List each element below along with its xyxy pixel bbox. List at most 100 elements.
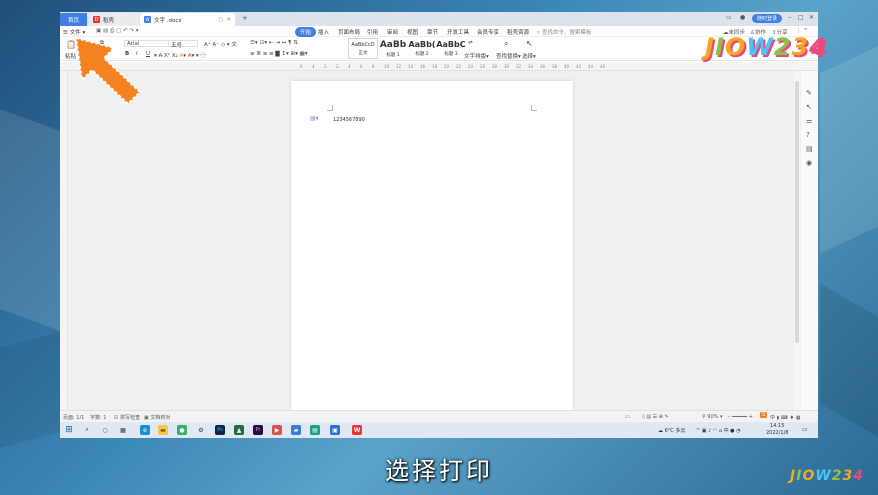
text-layout-label: 文字排版 (464, 54, 487, 60)
menu-docer-resources[interactable]: 稻壳资源 (507, 28, 529, 36)
tab-pin-icon[interactable]: ○ (219, 17, 224, 23)
search-icon[interactable]: ⌕ (82, 425, 92, 435)
tab-home[interactable]: 首页 (60, 13, 87, 26)
clock-date[interactable]: 2022/1/8 (766, 430, 788, 436)
eye-protect-icon[interactable]: ▭ (625, 414, 630, 420)
menu-member[interactable]: 会员专享 (477, 28, 499, 36)
vertical-ruler[interactable] (60, 71, 68, 410)
file-explorer-icon[interactable]: ▬ (158, 425, 168, 435)
brand-logo: JIOW234 (705, 33, 827, 61)
teal-app-icon[interactable]: ▤ (310, 425, 320, 435)
menu-start[interactable]: 开始 (295, 27, 317, 37)
menu-view[interactable]: 视图 (407, 28, 418, 36)
text-effect-icons[interactable]: ▾ A̶ X² X₂ A▾ A▾ ▾ ㊀ (154, 51, 206, 59)
new-tab-button[interactable]: + (242, 14, 248, 22)
system-tray-icons[interactable]: ^ ▣ ♪ ◠ ⌂ 中 ● ◔ (696, 427, 741, 434)
spellcheck-button[interactable]: ☑ 拼写检查 (114, 414, 140, 421)
quick-access-icons[interactable]: ▣ ▤ ⎙ ▢ ↶ ↷ ▾ (96, 28, 138, 35)
zoom-slider[interactable]: – ━━━━━ + (728, 414, 753, 420)
select-label: 选择 (522, 54, 534, 60)
minimize-icon[interactable]: – (788, 13, 792, 21)
text-layout-button[interactable]: 文字排版▾ (464, 52, 489, 60)
premiere-icon[interactable]: Pr (253, 425, 263, 435)
view-mode-icons[interactable]: ▯ ▤ ☰ ⊕ ✎ (642, 414, 669, 420)
proofread-button[interactable]: ▣ 文档校对 (144, 414, 170, 421)
windows-start-icon[interactable]: ⊞ (64, 425, 74, 435)
maximize-icon[interactable]: □ (798, 14, 804, 21)
style-normal[interactable]: AaBbCcD 正文 (348, 38, 378, 59)
ime-s-icon[interactable]: S (760, 412, 768, 418)
menu-page-layout[interactable]: 页面布局 (338, 28, 360, 36)
style-heading1[interactable]: AaBb 标题 1 (378, 38, 408, 59)
document-page[interactable]: ▤▾ 1234567890 (291, 81, 573, 410)
clock-time[interactable]: 14:15 (770, 423, 784, 429)
menu-insert[interactable]: 插入 (318, 28, 329, 36)
menu-developer[interactable]: 开发工具 (447, 28, 469, 36)
close-icon[interactable]: ✕ (809, 14, 814, 21)
document-canvas[interactable]: ▤▾ 1234567890 (60, 71, 796, 410)
help-icon[interactable]: ? (806, 131, 810, 139)
green-app-icon[interactable]: ● (177, 425, 187, 435)
scrollbar-thumb[interactable] (795, 81, 799, 343)
tab-document[interactable]: W 文字 .docx ○ ✕ (140, 13, 235, 26)
photoshop-icon[interactable]: Ps (215, 425, 225, 435)
paragraph-align-icons[interactable]: ≡ ≣ ≡ ≡ ▇ ↕▾ ⊞▾ ▦▾ (250, 51, 308, 57)
ruler-number: 22 (456, 64, 462, 69)
file-menu[interactable]: ☰ 文件 ▾ (63, 28, 85, 36)
page-count: 页面: 1/1 (63, 415, 85, 421)
search-command[interactable]: ⌕ 查找命令、搜索模板 (537, 28, 591, 37)
ruler-number: 36 (540, 64, 546, 69)
ruler-number: 6 (300, 64, 303, 69)
paragraph-list-icons[interactable]: ☰▾ ☷▾ ⇤ ⇥ ↔ ¶ ⇅ (250, 40, 298, 46)
ime-tray-icons[interactable]: 中 ◗ ⌨ ♦ ▦ (770, 414, 800, 421)
find-replace-button[interactable]: 查找替换▾ (496, 52, 521, 60)
ruler-number: 6 (360, 64, 363, 69)
ruler-number: 44 (588, 64, 594, 69)
ruler-number: 12 (396, 64, 402, 69)
ruler-number: 46 (600, 64, 606, 69)
font-size-select[interactable]: 五号 (168, 40, 198, 49)
window-layout-icon[interactable]: ▭ (726, 14, 732, 21)
word-count[interactable]: 字数: 1 (90, 414, 106, 421)
style-heading3-preview: AaBbC (436, 40, 466, 49)
location-icon[interactable]: ◉ (806, 159, 812, 167)
notification-icon[interactable]: ▭ (802, 426, 808, 433)
ruler-number: 18 (432, 64, 438, 69)
menu-chapter[interactable]: 章节 (427, 28, 438, 36)
task-view-icon[interactable]: ○ (100, 425, 110, 435)
margin-corner-top-right (531, 105, 537, 111)
style-heading1-preview: AaBb (379, 39, 407, 50)
login-button[interactable]: 随时登录 (752, 14, 782, 23)
menu-review[interactable]: 审阅 (387, 28, 398, 36)
select-button[interactable]: 选择▾ (522, 52, 536, 60)
weather-widget[interactable]: ☁ 6°C 多云 (658, 427, 685, 434)
cursor-icon[interactable]: ↖ (806, 103, 812, 111)
pen-icon[interactable]: ✎ (806, 89, 812, 97)
wps-office-icon[interactable]: W (352, 425, 362, 435)
font-grow-shrink-icons[interactable]: A⁺ A⁻ ◇ ▾ 文 (204, 40, 237, 48)
document-text[interactable]: 1234567890 (333, 117, 365, 123)
document-icon[interactable]: ▤ (806, 145, 813, 153)
settings-gear-icon[interactable]: ⚙ (196, 425, 206, 435)
blue-app-icon[interactable]: ▰ (291, 425, 301, 435)
image-app-icon[interactable]: ▲ (234, 425, 244, 435)
blue-square-app-icon[interactable]: ▣ (330, 425, 340, 435)
zoom-level[interactable]: ⚲ 90% ▾ (702, 414, 723, 420)
horizontal-ruler[interactable]: 6 4 2 2 4 6 8 10 12 14 16 18 20 22 24 26 28 30 32 34 36 38 40 4… (60, 62, 818, 71)
tab-close-icon[interactable]: ✕ (226, 17, 231, 23)
edge-browser-icon[interactable]: e (140, 425, 150, 435)
video-caption: 选择打印 (385, 457, 493, 485)
menu-references[interactable]: 引用 (367, 28, 378, 36)
paragraph-handle-icon[interactable]: ▤▾ (310, 115, 319, 122)
avatar-icon[interactable]: ● (740, 14, 745, 21)
style-heading2-label: 标题 2 (415, 52, 429, 57)
windows-taskbar: ⊞ ⌕ ○ ▦ e ▬ ● ⚙ Ps ▲ Pr ▶ ▰ ▤ ▣ W ☁ 6°C … (60, 422, 818, 438)
zoom-value: 90% (707, 414, 719, 420)
tab-docer[interactable]: D 稻壳 (89, 13, 139, 26)
red-app-icon[interactable]: ▶ (272, 425, 282, 435)
settings-sliders-icon[interactable]: ⚌ (806, 117, 812, 125)
style-heading3[interactable]: AaBbC 标题 3 (436, 38, 466, 59)
underline-button[interactable]: U (146, 51, 150, 57)
widgets-icon[interactable]: ▦ (118, 425, 128, 435)
style-heading2[interactable]: AaBb( 标题 2 (407, 38, 437, 59)
